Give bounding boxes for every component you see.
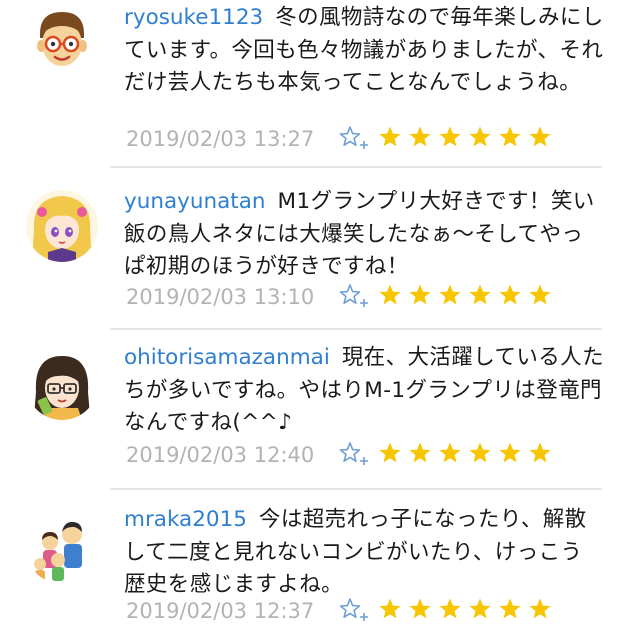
timestamp: 2019/02/03 13:10	[126, 285, 315, 309]
comment-meta: 2019/02/03 12:37	[124, 596, 604, 626]
timestamp: 2019/02/03 13:27	[126, 127, 315, 151]
comment-meta: 2019/02/03 13:10	[124, 282, 604, 312]
rating-star-icon	[378, 125, 402, 149]
comment-item: ryosuke1123 冬の風物詩なので毎年楽しみにしています。今回も色々物議があ…	[0, 0, 628, 168]
star-plus-icon[interactable]	[338, 596, 370, 626]
comment-item: mraka2015 今は超売れっ子になったり、解散して二度と見れないコンビがいたり…	[0, 490, 628, 640]
username-link[interactable]: yunayunatan	[124, 189, 266, 214]
timestamp: 2019/02/03 12:40	[126, 443, 315, 467]
rating-star-icon	[438, 441, 462, 465]
comment-item: ohitorisamazanmai 現在、大活躍している人たちが多いですね。やはり…	[0, 330, 628, 490]
rating-star-icon	[468, 441, 492, 465]
rating-star-icon	[528, 125, 552, 149]
rating-star-icon	[378, 283, 402, 307]
username-link[interactable]: mraka2015	[124, 507, 247, 532]
glasses-woman-avatar-icon[interactable]	[26, 348, 98, 420]
rating-star-icon	[468, 597, 492, 621]
comment-body: yunayunatan M1グランプリ大好きです！笑い飯の鳥人ネタには大爆笑したな…	[124, 186, 604, 284]
comment-meta: 2019/02/03 12:40	[124, 440, 604, 470]
rating-star-icon	[438, 597, 462, 621]
rating-stars	[378, 597, 553, 625]
glasses-boy-avatar-icon[interactable]	[26, 4, 98, 76]
comment-list: ryosuke1123 冬の風物詩なので毎年楽しみにしています。今回も色々物議があ…	[0, 0, 628, 640]
rating-star-icon	[468, 125, 492, 149]
rating-star-icon	[438, 283, 462, 307]
rating-star-icon	[468, 283, 492, 307]
blonde-girl-avatar-icon[interactable]	[26, 190, 98, 262]
rating-star-icon	[498, 597, 522, 621]
comment-body: mraka2015 今は超売れっ子になったり、解散して二度と見れないコンビがいたり…	[124, 504, 604, 602]
family-avatar-icon[interactable]	[26, 512, 98, 584]
rating-stars	[378, 441, 553, 469]
rating-star-icon	[408, 597, 432, 621]
username-link[interactable]: ohitorisamazanmai	[124, 345, 330, 370]
rating-star-icon	[378, 441, 402, 465]
star-plus-icon[interactable]	[338, 124, 370, 154]
rating-star-icon	[528, 283, 552, 307]
rating-stars	[378, 283, 553, 311]
rating-star-icon	[408, 283, 432, 307]
username-link[interactable]: ryosuke1123	[124, 5, 263, 30]
comment-meta: 2019/02/03 13:27	[124, 124, 604, 154]
rating-star-icon	[498, 441, 522, 465]
rating-star-icon	[438, 125, 462, 149]
star-plus-icon[interactable]	[338, 282, 370, 312]
timestamp: 2019/02/03 12:37	[126, 599, 315, 623]
rating-star-icon	[498, 125, 522, 149]
star-plus-icon[interactable]	[338, 440, 370, 470]
rating-stars	[378, 125, 553, 153]
comment-item: yunayunatan M1グランプリ大好きです！笑い飯の鳥人ネタには大爆笑したな…	[0, 168, 628, 330]
rating-star-icon	[378, 597, 402, 621]
rating-star-icon	[528, 597, 552, 621]
comment-body: ohitorisamazanmai 現在、大活躍している人たちが多いですね。やはり…	[124, 342, 604, 440]
rating-star-icon	[408, 125, 432, 149]
rating-star-icon	[528, 441, 552, 465]
rating-star-icon	[498, 283, 522, 307]
rating-star-icon	[408, 441, 432, 465]
comment-body: ryosuke1123 冬の風物詩なので毎年楽しみにしています。今回も色々物議があ…	[124, 2, 604, 100]
